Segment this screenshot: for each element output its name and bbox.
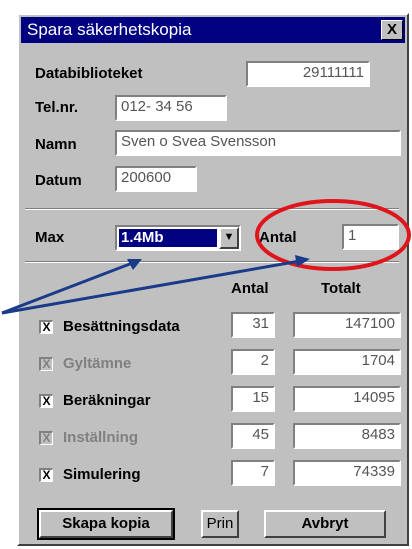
namn-field[interactable]: Sven o Svea Svensson (115, 130, 401, 156)
print-button[interactable]: Prin (201, 510, 239, 538)
row-totalt: 8483 (293, 423, 401, 449)
divider (25, 208, 399, 210)
backup-dialog: Spara säkerhetskopia X Databiblioteket 2… (17, 13, 409, 546)
datum-label: Datum (35, 172, 82, 189)
close-icon: X (386, 21, 397, 38)
max-size-select[interactable]: 1.4Mb ▼ (115, 225, 241, 251)
dialog-title: Spara säkerhetskopia (27, 20, 192, 39)
checkbox-berakningar[interactable]: X (39, 394, 53, 408)
row-antal: 45 (231, 423, 275, 449)
divider (25, 261, 399, 263)
row-totalt: 74339 (293, 460, 401, 486)
row-label: Simulering (63, 466, 141, 483)
row-antal: 31 (231, 312, 275, 338)
max-label: Max (35, 229, 65, 246)
row-label: Inställning (63, 429, 138, 446)
row-antal: 15 (231, 386, 275, 412)
checkbox-installning: X (39, 431, 53, 445)
row-totalt: 147100 (293, 312, 401, 338)
col-header-totalt: Totalt (321, 280, 361, 297)
databibliotek-label: Databiblioteket (35, 65, 143, 82)
row-totalt: 14095 (293, 386, 401, 412)
row-label: Besättningsdata (63, 318, 180, 335)
antal-field[interactable]: 1 (342, 224, 399, 250)
antal-label: Antal (259, 229, 297, 246)
datum-field[interactable]: 200600 (115, 166, 197, 192)
cancel-button[interactable]: Avbryt (264, 510, 386, 538)
tel-field[interactable]: 012- 34 56 (115, 95, 227, 121)
row-label: Beräkningar (63, 392, 151, 409)
title-bar: Spara säkerhetskopia X (21, 17, 405, 43)
create-backup-button[interactable]: Skapa kopia (37, 508, 175, 540)
row-totalt: 1704 (293, 349, 401, 375)
checkbox-gyltamne: X (39, 357, 53, 371)
row-label: Gyltämne (63, 355, 132, 372)
checkbox-simulering[interactable]: X (39, 468, 53, 482)
close-button[interactable]: X (381, 20, 403, 40)
checkbox-besattningsdata[interactable]: X (39, 320, 53, 334)
max-size-value: 1.4Mb (118, 228, 218, 248)
col-header-antal: Antal (231, 280, 269, 297)
row-antal: 2 (231, 349, 275, 375)
chevron-down-icon[interactable]: ▼ (219, 227, 239, 249)
row-antal: 7 (231, 460, 275, 486)
tel-label: Tel.nr. (35, 99, 79, 116)
namn-label: Namn (35, 136, 77, 153)
databibliotek-field[interactable]: 29111111 (246, 61, 370, 87)
